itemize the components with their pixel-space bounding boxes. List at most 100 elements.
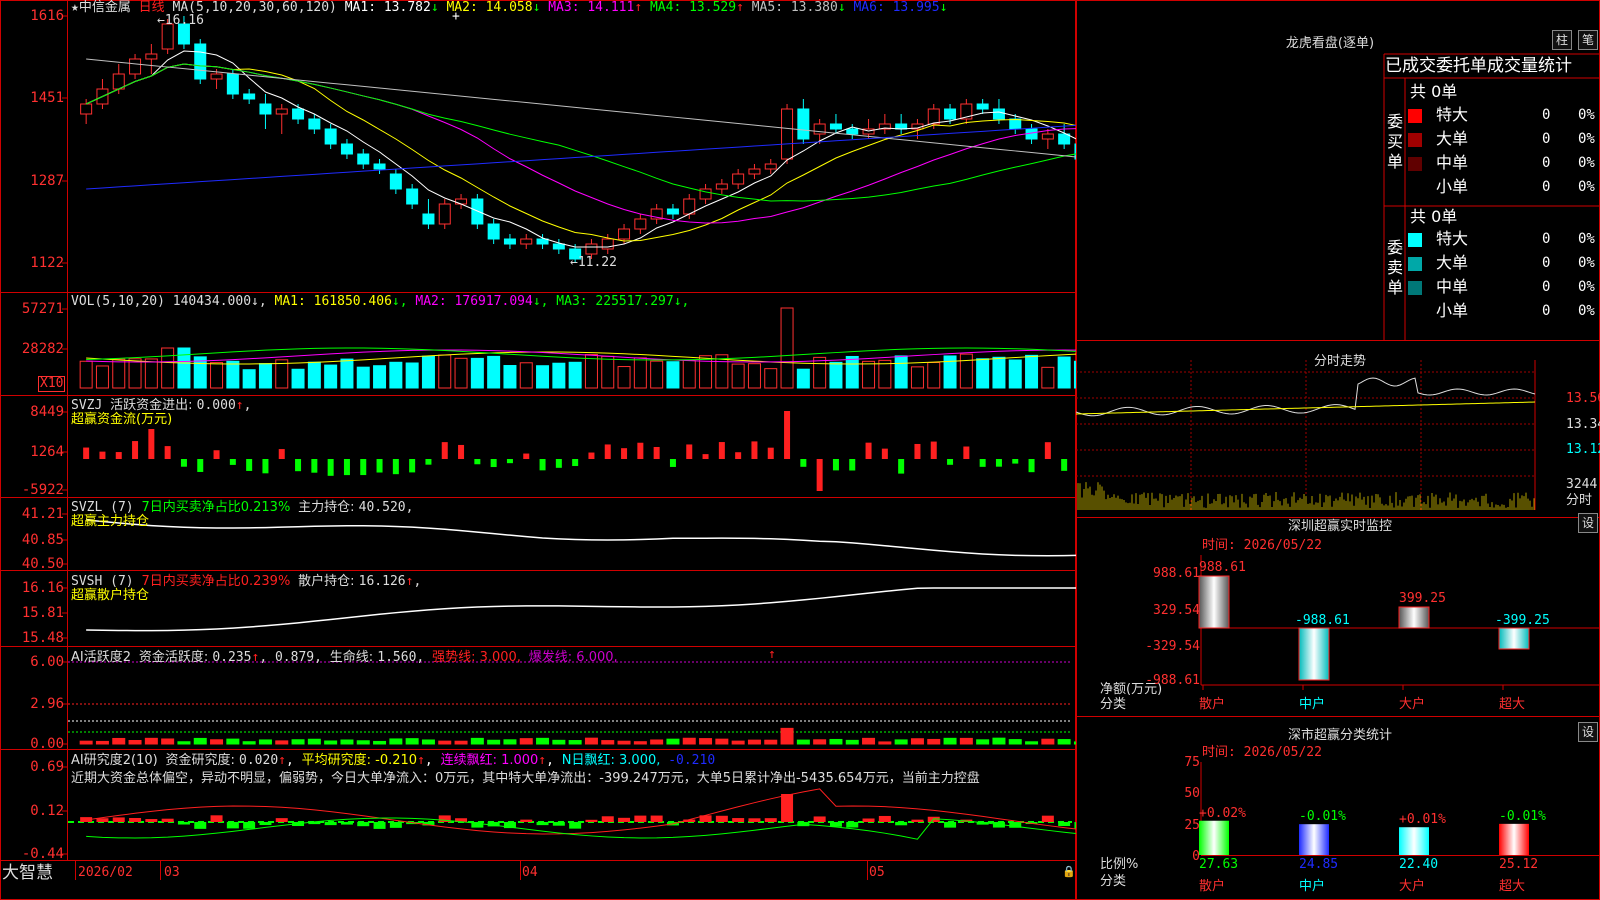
sz-monitor-bar [1298,627,1330,681]
candle-body [585,243,598,255]
activity-bar [845,739,859,745]
intraday-y-tick: 13.34 [1566,417,1600,432]
research-bar [944,822,957,828]
research-bar [161,818,174,822]
volume-bar [519,362,533,389]
volume-bar [862,360,876,389]
volume-bar [258,363,272,389]
svsh-suffix: , [413,574,422,589]
research-bar [846,822,859,828]
capital-flow-bar [148,429,155,459]
bar-mode-button[interactable]: 柱 [1552,30,1572,50]
svzj-sub: 超赢资金流(万元) [71,412,173,427]
vol-ma-line [86,347,1076,361]
activity-bar [682,737,696,745]
volume-bar [796,368,810,389]
svzj-y-tick: 1264 [30,444,64,460]
kline-panel[interactable]: ★中信金属 日线 MA(5,10,20,30,60,120) MA1: 13.7… [0,0,1076,900]
volume-bar [536,365,550,389]
volume-bar [340,358,354,389]
capital-flow-bar [490,459,497,468]
sz-monitor-settings-button[interactable]: 设 [1578,513,1598,533]
svzj-suffix: , [243,398,252,413]
capital-flow-bar [637,442,644,459]
volume-bar [764,368,778,389]
star-icon[interactable]: ★ [71,0,79,15]
activity-bar [536,737,550,745]
candle-body [781,108,794,160]
intraday-y-tick: 13.56 [1566,391,1600,406]
capital-flow-bar [604,444,611,459]
order-count: 0 [1542,131,1551,147]
sz-class-axis-label: 比例% [1100,857,1139,872]
svsh-header: SVSH (7) 7日内买卖净占比0.239% 散户持仓: 16.126↑, [71,574,421,589]
volume-bar [210,362,224,389]
volume-bar [666,361,680,389]
volume-bar [144,358,158,389]
main-y-tick: 1122 [30,255,64,271]
capital-flow-bar [963,446,970,459]
capital-flow-bar [865,442,872,459]
capital-flow-bar [278,449,285,459]
capital-flow-bar [751,441,758,459]
capital-flow-bar [702,454,709,459]
tick-mode-button[interactable]: 笔 [1578,30,1598,50]
intraday-title[interactable]: 分时走势 [1250,350,1430,369]
sz-class-value: 27.63 [1199,857,1239,872]
volume-bar [324,364,338,389]
capital-flow-bar [295,459,302,472]
volume-bar [1008,359,1022,389]
capital-flow-bar [686,444,693,459]
activity-bar [503,739,517,745]
lock-icon[interactable]: 🔒 [1062,865,1076,879]
research-bar [112,817,125,822]
sz-class-y-tick: 75 [1184,755,1200,770]
svzl-label: SVZL (7) [71,500,134,515]
ai-active-label: AI活跃度2 [71,650,131,665]
activity-bar [699,738,713,745]
activity-bar [519,738,533,745]
activity-bar [813,739,827,745]
sz-class-bar [1299,824,1329,855]
candle-body [145,53,158,60]
candle-body [324,128,337,145]
ai-life-value: 1.560, [377,650,425,665]
vol-legend-item: MA2: 176917.094 [407,294,533,309]
sz-monitor-bar [1198,575,1230,629]
order-percent: 0% [1578,303,1595,319]
ma-legend: MA1: 13.782↓ MA2: 14.058↓ MA3: 14.111↑ M… [337,0,948,15]
order-size-label: 大单 [1436,129,1469,148]
capital-flow-bar [621,448,628,459]
sz-class-date: 时间: 2026/05/22 [1202,745,1322,760]
buy-row: 特大 0 0% [1408,104,1600,126]
activity-bar [193,737,207,745]
orderbook-heading: 已成交委托单成交量统计 [1385,56,1572,76]
capital-flow-bar [458,444,465,459]
sell-side-label: 委卖单 [1387,238,1404,297]
candle-body [797,108,810,140]
order-size-label: 大单 [1436,253,1469,272]
capital-flow-bar [555,459,562,468]
research-bar [373,822,386,829]
svsh-label: SVSH (7) [71,574,134,589]
svzl-header: SVZL (7) 7日内买卖净占比0.213% 主力持仓: 40.520, [71,500,413,515]
order-size-label: 特大 [1436,105,1469,124]
sz-class-category: 大户 [1399,879,1426,894]
svzj-label: SVZJ [71,398,103,413]
volume-bar [128,358,142,389]
activity-bar [731,740,745,745]
candle-body [927,108,940,125]
x-axis-start: 2026/02 [78,865,133,880]
volume-bar [552,362,566,389]
volume-bar [161,347,175,389]
candle-body [1009,118,1022,130]
research-bar [243,822,256,829]
svzj-y-tick: 8449 [30,404,64,420]
sz-class-settings-button[interactable]: 设 [1578,722,1598,742]
volume-bar [242,369,256,389]
candle-body [455,198,468,205]
capital-flow-bar [343,459,350,476]
activity-bar [1057,739,1071,745]
order-size-label: 小单 [1436,177,1469,196]
research-bar [210,815,223,822]
